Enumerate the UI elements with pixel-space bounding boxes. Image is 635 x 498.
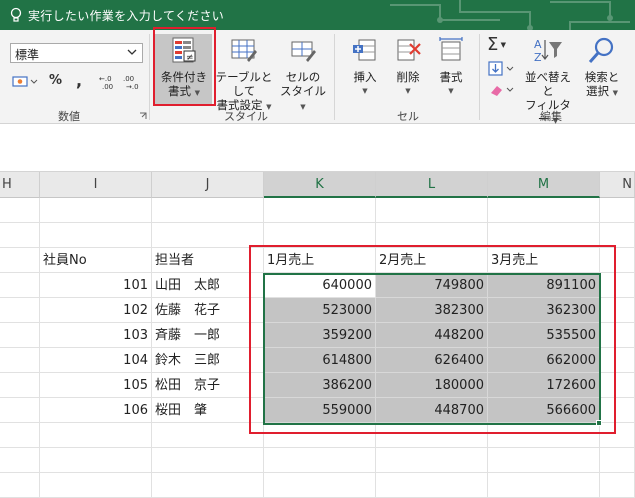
grid-cell[interactable] [0,323,40,348]
grid-cell[interactable] [0,373,40,398]
grid-cell[interactable] [600,198,635,223]
grid-cell[interactable] [0,298,40,323]
grid-cell[interactable] [488,448,600,473]
employee-no-cell[interactable]: 106 [40,398,152,423]
grid-cell[interactable] [376,448,488,473]
grid-cell[interactable] [488,198,600,223]
grid-cell[interactable] [40,198,152,223]
grid-cell[interactable] [0,198,40,223]
grid-cell[interactable] [488,473,600,498]
grid-cell[interactable] [0,348,40,373]
employee-no-cell[interactable]: 102 [40,298,152,323]
grid-cell[interactable] [376,198,488,223]
grid-cell[interactable] [264,448,376,473]
grid-cell[interactable] [0,273,40,298]
grid-cell[interactable] [152,473,264,498]
grid-cell[interactable] [40,423,152,448]
person-cell[interactable]: 斉藤 一郎 [152,323,264,348]
person-cell[interactable]: 桜田 肇 [152,398,264,423]
grid-cell[interactable] [152,198,264,223]
grid-cell[interactable] [0,223,40,248]
highlight-box-data-range [249,245,616,434]
grid-cell[interactable] [0,448,40,473]
employee-no-cell[interactable]: 103 [40,323,152,348]
grid-cell[interactable] [40,223,152,248]
person-cell[interactable]: 佐藤 花子 [152,298,264,323]
person-cell[interactable]: 山田 太郎 [152,273,264,298]
grid-cell[interactable] [152,223,264,248]
grid-cell[interactable] [0,398,40,423]
grid-cell[interactable] [264,473,376,498]
grid-cell[interactable] [0,248,40,273]
excel-window: 実行したい作業を入力してください 標準 % , ←.0 .00 .00 →.0 … [0,0,635,498]
grid-cell[interactable] [600,473,635,498]
header-employee-no[interactable]: 社員No [40,248,152,273]
grid-cell[interactable] [0,473,40,498]
grid-cell[interactable] [152,448,264,473]
grid-cell[interactable] [40,473,152,498]
person-cell[interactable]: 鈴木 三郎 [152,348,264,373]
grid-cell[interactable] [376,473,488,498]
employee-no-cell[interactable]: 105 [40,373,152,398]
employee-no-cell[interactable]: 101 [40,273,152,298]
grid-cell[interactable] [40,448,152,473]
employee-no-cell[interactable]: 104 [40,348,152,373]
grid-cell[interactable] [152,423,264,448]
grid-cell[interactable] [264,198,376,223]
grid-cell[interactable] [0,423,40,448]
grid-cell[interactable] [600,448,635,473]
header-person[interactable]: 担当者 [152,248,264,273]
person-cell[interactable]: 松田 京子 [152,373,264,398]
